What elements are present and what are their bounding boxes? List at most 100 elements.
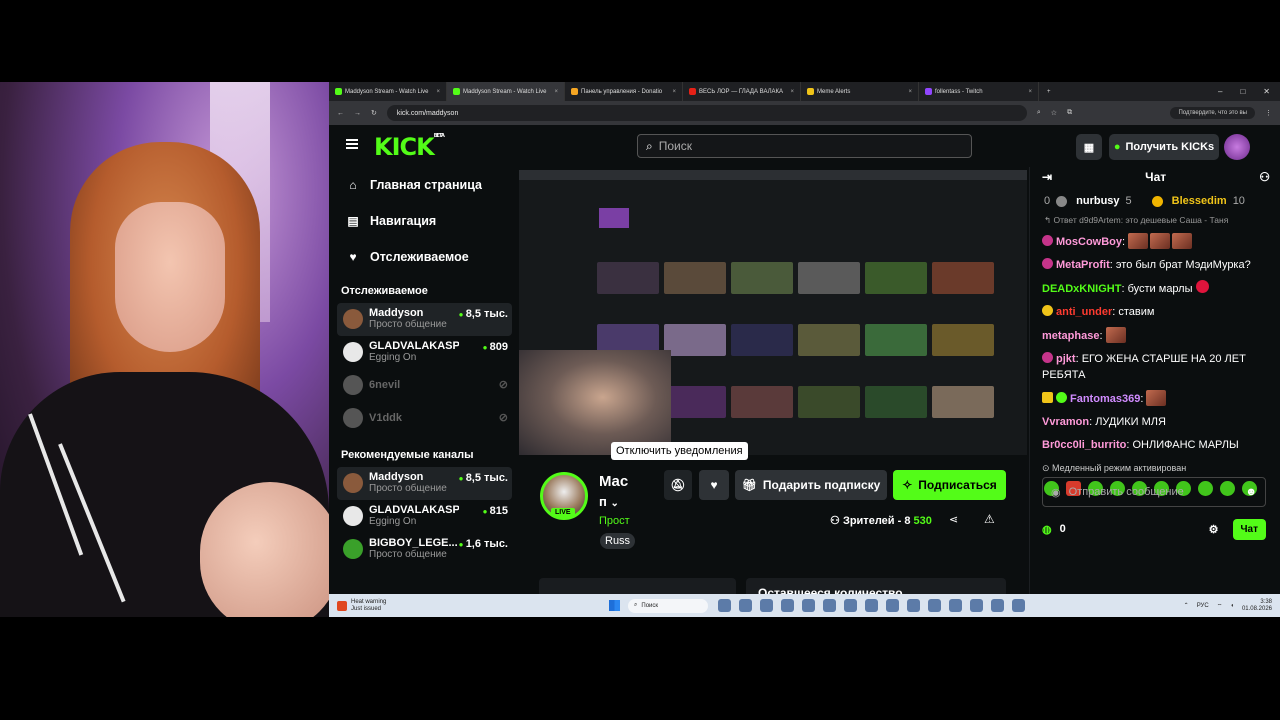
chat-username[interactable]: metaphase [1042, 330, 1099, 342]
sidebar-item-following[interactable]: ♥ Отслеживаемое [337, 239, 518, 275]
chat-username[interactable]: Vvramon [1042, 416, 1089, 428]
reload-icon[interactable]: ↻ [371, 109, 377, 117]
windows-start-icon[interactable] [609, 600, 620, 611]
menu-burger-icon[interactable] [346, 139, 358, 149]
back-icon[interactable]: ← [337, 110, 344, 117]
share-icon[interactable]: ⋖ [949, 513, 958, 526]
profile-button[interactable]: Подтвердите, что это вы [1170, 107, 1255, 119]
gem-emote [1195, 280, 1209, 293]
weather-widget[interactable]: Heat warning Just issued [329, 599, 609, 613]
app-icon[interactable] [844, 599, 857, 612]
bell-off-icon: 🔕︎ [670, 478, 686, 492]
streamer-name[interactable]: Mac [599, 473, 628, 490]
recommended-channel[interactable]: GLADVALAKASPW... Egging On 815 [337, 500, 512, 533]
app-icon[interactable] [760, 599, 773, 612]
recommended-channel[interactable]: Maddyson Просто общение 8,5 тыс. [337, 467, 512, 500]
taskbar-search[interactable]: ⌕ Поиск [628, 598, 708, 613]
app-icon[interactable] [823, 599, 836, 612]
extensions-icon[interactable]: ⧉ [1067, 109, 1072, 117]
tab-2[interactable]: Панель управления - Donatio × [565, 82, 683, 101]
close-icon[interactable]: × [672, 89, 676, 95]
follow-heart-button[interactable]: ♥ [699, 470, 729, 500]
close-icon[interactable]: × [1028, 89, 1032, 95]
chat-username[interactable]: anti_under [1056, 306, 1112, 318]
emoji-icon[interactable]: ☻ [1245, 486, 1257, 498]
app-icon[interactable] [739, 599, 752, 612]
app-icon[interactable] [802, 599, 815, 612]
close-window-icon[interactable]: ✕ [1263, 87, 1270, 96]
collapse-chat-icon[interactable]: ⇥ [1030, 170, 1052, 184]
kick-logo[interactable]: KICKBETA [374, 133, 445, 161]
following-channel-offline[interactable]: V1ddk ⊘ [337, 402, 512, 435]
forward-icon[interactable]: → [354, 110, 361, 117]
app-icon[interactable] [928, 599, 941, 612]
gifter-name[interactable]: nurbusy [1076, 195, 1119, 207]
chat-username[interactable]: MetaProfit [1056, 259, 1110, 271]
language-indicator[interactable]: РУС [1197, 603, 1209, 609]
following-channel[interactable]: GLADVALAKASP... Egging On 809 [337, 336, 512, 369]
sidebar-item-browse[interactable]: ▤ Навигация [337, 203, 518, 239]
subscribe-button[interactable]: ✧ Подписаться [893, 470, 1006, 500]
gift-sub-button[interactable]: 🎁︎ Подарить подписку [735, 470, 887, 500]
notifications-toggle-button[interactable]: 🔕︎ [664, 470, 692, 500]
close-icon[interactable]: × [908, 89, 912, 95]
tab-5[interactable]: follentass - Twitch × [919, 82, 1039, 101]
chat-text: это был брат МэдиМурка? [1115, 259, 1251, 271]
get-kicks-button[interactable]: ● Получить KICKs [1109, 134, 1219, 160]
chat-message: anti_under: ставим [1030, 304, 1280, 320]
app-icon[interactable] [718, 599, 731, 612]
window-controls: – □ ✕ [1218, 87, 1280, 96]
app-icon[interactable] [865, 599, 878, 612]
channel-viewers: 8,5 тыс. [459, 308, 508, 320]
report-icon[interactable]: ⚠ [984, 512, 995, 526]
video-player[interactable] [519, 170, 1027, 455]
chat-username[interactable]: MosCowBoy [1056, 236, 1122, 248]
nav-label: Главная страница [370, 178, 482, 192]
bookmark-star-icon[interactable]: ☆ [1051, 109, 1057, 117]
app-icon[interactable] [886, 599, 899, 612]
close-icon[interactable]: × [554, 89, 558, 95]
sidebar-item-home[interactable]: ⌂ Главная страница [337, 167, 518, 203]
zoom-icon[interactable]: ⌕ [1037, 109, 1041, 117]
app-icon[interactable] [781, 599, 794, 612]
chat-username[interactable]: Br0cc0li_burrito [1042, 439, 1126, 451]
chat-header: ⇥ Чат ⚇ [1030, 167, 1280, 187]
recommended-channel[interactable]: BIGBOY_LEGE... Просто общение 1,6 тыс. [337, 533, 512, 566]
new-tab-icon[interactable]: + [1039, 89, 1051, 95]
stream-category[interactable]: Прост [599, 515, 630, 527]
search-input[interactable]: ⌕ Поиск [637, 134, 972, 158]
app-icon[interactable] [949, 599, 962, 612]
app-icon[interactable] [1012, 599, 1025, 612]
chat-send-button[interactable]: Чат [1232, 518, 1266, 540]
chat-input[interactable]: ◉ Отправить сообщение ☻ [1042, 477, 1266, 507]
chat-username[interactable]: Fantomas369 [1070, 393, 1140, 405]
network-icon[interactable]: ⌔ [1217, 602, 1223, 610]
users-icon[interactable]: ⚇ [1259, 170, 1280, 184]
volume-icon[interactable]: ◖ [1230, 603, 1234, 609]
following-channel-offline[interactable]: 6nevil ⊘ [337, 369, 512, 402]
inventory-button[interactable]: ▦ [1076, 134, 1102, 160]
tab-0[interactable]: Maddyson Stream - Watch Live × [329, 82, 447, 101]
chevron-down-icon[interactable]: ⌄ [610, 498, 618, 509]
app-icon[interactable] [970, 599, 983, 612]
tab-3[interactable]: ВЕСЬ ЛОР — ГЛАДА ВАЛАКА × [683, 82, 801, 101]
tab-1[interactable]: Maddyson Stream - Watch Live × [447, 82, 565, 101]
following-channel[interactable]: Maddyson Просто общение 8,5 тыс. [337, 303, 512, 336]
gifter-name[interactable]: Blessedim [1172, 195, 1227, 207]
settings-gear-icon[interactable]: ⚙ [1209, 523, 1219, 536]
chat-username[interactable]: DEADxKNIGHT [1042, 283, 1121, 295]
url-field[interactable]: kick.com/maddyson [386, 105, 1027, 121]
app-icon[interactable] [991, 599, 1004, 612]
minimize-icon[interactable]: – [1218, 87, 1222, 96]
maximize-icon[interactable]: □ [1240, 87, 1245, 96]
close-icon[interactable]: × [436, 89, 440, 95]
menu-dots-icon[interactable]: ⋮ [1265, 109, 1272, 117]
chat-username[interactable]: pjkt [1056, 353, 1076, 365]
tray-chevron-icon[interactable]: ⌃ [1184, 602, 1189, 609]
tab-4[interactable]: Meme Alerts × [801, 82, 919, 101]
app-icon[interactable] [907, 599, 920, 612]
user-avatar[interactable] [1224, 134, 1250, 160]
close-icon[interactable]: × [790, 89, 794, 95]
language-tag[interactable]: Russ [600, 533, 636, 549]
clock[interactable]: 3:38 01.08.2026 [1242, 599, 1272, 613]
